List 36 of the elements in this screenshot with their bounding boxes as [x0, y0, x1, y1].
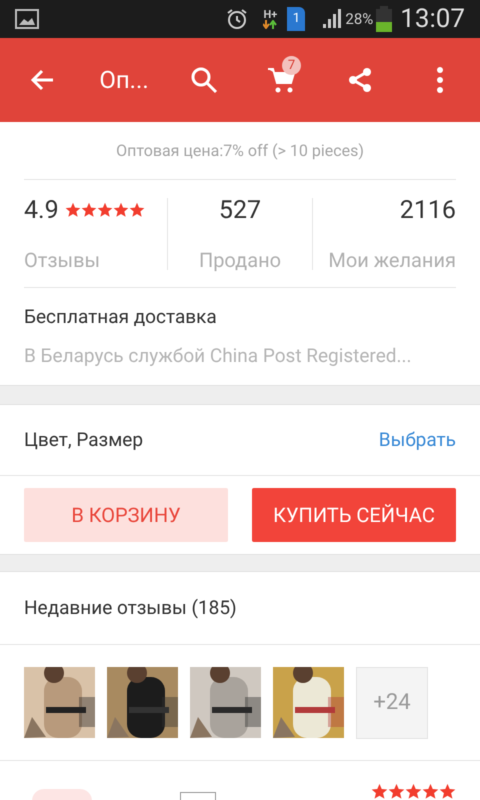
battery-icon [374, 6, 394, 32]
stat-label: Отзывы [24, 250, 100, 270]
cart-count-badge: 7 [282, 56, 301, 75]
battery-percent: 28% [345, 8, 374, 30]
signal-icon [321, 8, 344, 30]
data-arrows-icon [263, 20, 278, 29]
back-icon [29, 68, 55, 92]
stat-label: Мои желания [328, 250, 456, 270]
sim-badge: 1 [287, 7, 306, 31]
review-photo-button[interactable] [107, 667, 178, 738]
review-photo-button[interactable] [24, 667, 95, 738]
avatar [32, 789, 92, 800]
more-photos-button[interactable]: +24 [356, 666, 428, 738]
clock: 13:07 [400, 2, 465, 36]
wholesale-price-note: Оптовая цена:7% off (> 10 pieces) [116, 140, 364, 162]
share-icon [347, 67, 373, 93]
stat-value: 2116 [400, 198, 456, 222]
delivery-title: Бесплатная доставка [24, 304, 218, 330]
alarm-icon [225, 7, 250, 31]
gallery-icon [15, 9, 39, 29]
cart-button[interactable]: 7 [244, 50, 320, 110]
search-icon [190, 66, 218, 94]
review-photo-button[interactable] [273, 667, 344, 738]
delivery-detail: В Беларусь службой China Post Registered... [24, 342, 413, 368]
page-title: Оп... [98, 65, 150, 96]
reviews-heading: Недавние отзывы (185) [24, 594, 237, 621]
choose-link[interactable]: Выбрать [378, 426, 456, 454]
option-label: Цвет, Размер [24, 426, 144, 453]
stat-value: 527 [218, 198, 262, 222]
review-photo-button[interactable] [190, 667, 261, 738]
buy-now-button[interactable]: КУПИТЬ СЕЙЧАС [252, 488, 456, 542]
network-type: H+ [264, 9, 278, 20]
stat-label: Продано [198, 250, 282, 270]
add-to-cart-button[interactable]: В КОРЗИНУ [24, 488, 228, 542]
more-menu-icon [436, 67, 444, 93]
stat-value: 4.9 [24, 198, 59, 222]
